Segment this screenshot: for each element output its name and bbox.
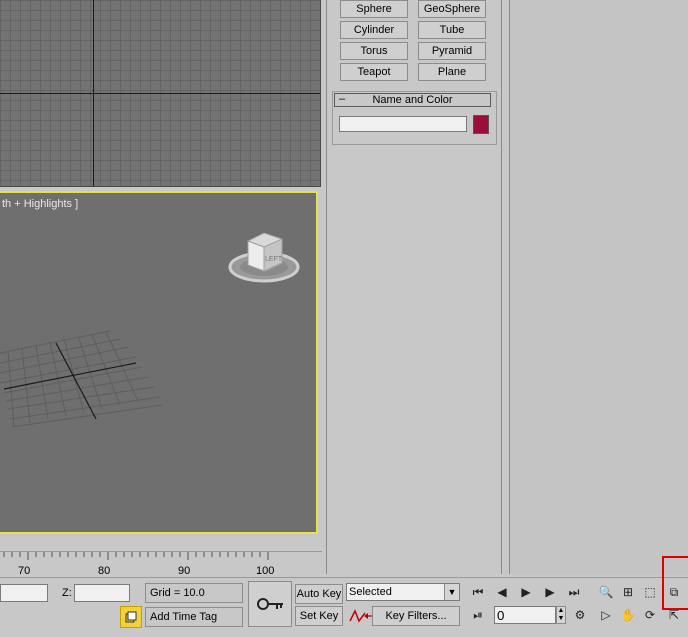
zoom-all-icon[interactable]: ⊞ (618, 583, 638, 601)
previous-frame-icon[interactable]: ◀ (492, 583, 512, 601)
cylinder-button[interactable]: Cylinder (340, 21, 408, 39)
go-to-start-icon[interactable]: ⏮ (468, 583, 488, 601)
torus-button[interactable]: Torus (340, 42, 408, 60)
zoom-icon[interactable]: 🔍 (596, 583, 616, 601)
next-frame-icon[interactable]: ▶ (540, 583, 560, 601)
viewcube[interactable]: LEFT (228, 227, 300, 287)
viewcube-face-label: LEFT (265, 256, 283, 263)
command-panel: Sphere GeoSphere Cylinder Tube Torus Pyr… (326, 0, 502, 574)
grid-status: Grid = 10.0 (145, 583, 243, 603)
z-label: Z: (62, 587, 72, 599)
top-viewport[interactable] (0, 0, 321, 187)
tick-label: 70 (18, 565, 31, 577)
z-coord-field[interactable] (74, 584, 130, 602)
tick-label: 90 (178, 565, 191, 577)
ruler-ticks (3, 552, 269, 560)
frame-spinner[interactable]: ▲ ▼ (556, 606, 566, 624)
field-of-view-icon[interactable]: ▷ (596, 606, 616, 624)
grid-axis-horizontal (0, 93, 320, 94)
highlight-box (662, 556, 688, 610)
bottom-bar: Z: Grid = 10.0 Add Time Tag Auto Key Set… (0, 577, 688, 637)
auto-key-button[interactable]: Auto Key (295, 584, 343, 604)
key-mode-select[interactable]: Selected ▼ (346, 583, 460, 601)
y-coord-field[interactable] (0, 584, 48, 602)
viewport-label[interactable]: th + Highlights ] (2, 198, 78, 210)
key-icon (257, 598, 283, 610)
current-frame-field[interactable] (494, 606, 556, 624)
tick-label: 80 (98, 565, 111, 577)
key-mode-selected: Selected (349, 586, 392, 598)
set-key-button[interactable]: Set Key (295, 606, 343, 626)
orbit-icon[interactable]: ⟳ (640, 606, 660, 624)
name-color-rollout-header[interactable]: – Name and Color (334, 93, 491, 107)
pan-hand-icon[interactable]: ✋ (618, 606, 638, 624)
chevron-down-icon[interactable]: ▼ (444, 584, 459, 600)
pyramid-button[interactable]: Pyramid (418, 42, 486, 60)
go-to-end-icon[interactable]: ⏭ (564, 583, 584, 601)
sphere-button[interactable]: Sphere (340, 0, 408, 18)
perspective-viewport[interactable]: th + Highlights ] LEFT (0, 191, 318, 534)
timeline-ruler[interactable]: 70 80 90 100 (0, 551, 322, 578)
geosphere-button[interactable]: GeoSphere (418, 0, 486, 18)
object-color-swatch[interactable] (473, 115, 489, 134)
right-panel (509, 0, 688, 574)
plane-button[interactable]: Plane (418, 63, 486, 81)
object-name-input[interactable] (339, 116, 467, 132)
play-icon[interactable]: ▶ (516, 583, 536, 601)
add-time-tag-button[interactable]: Add Time Tag (145, 607, 243, 627)
time-tag-icon[interactable] (120, 606, 142, 628)
perspective-grid (0, 330, 163, 428)
rollout-title: Name and Color (372, 94, 453, 106)
time-config-icon[interactable]: ⚙ (570, 606, 590, 624)
key-filters-button[interactable]: Key Filters... (372, 606, 460, 626)
teapot-button[interactable]: Teapot (340, 63, 408, 81)
key-mode-toggle-icon[interactable]: ⏯ (468, 606, 488, 624)
grid-label: Grid = 10.0 (150, 587, 205, 599)
tube-button[interactable]: Tube (418, 21, 486, 39)
zoom-extents-icon[interactable]: ⬚ (640, 583, 660, 601)
set-key-mode-button[interactable] (248, 581, 292, 627)
tick-label: 100 (256, 565, 275, 577)
add-time-tag-label: Add Time Tag (150, 611, 218, 623)
